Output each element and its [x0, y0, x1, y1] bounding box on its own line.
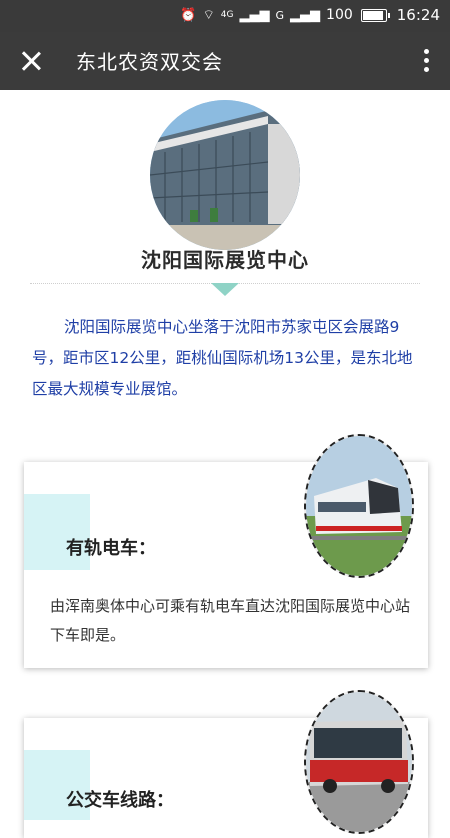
- battery-icon: [360, 8, 390, 22]
- clock: 16:24: [396, 6, 440, 24]
- venue-intro: 沈阳国际展览中心坐落于沈阳市苏家屯区会展路9号，距市区12公里，距桃仙国际机场1…: [32, 318, 413, 398]
- bus-photo: [304, 690, 414, 834]
- signal-icon: ▂▄▆: [239, 7, 270, 23]
- page-title: 东北农资双交会: [76, 50, 223, 74]
- tram-photo: [304, 434, 414, 578]
- title-bar: 东北农资双交会: [0, 32, 450, 90]
- wifi-icon: ⌔: [202, 8, 215, 23]
- carrier-label: G: [275, 8, 285, 22]
- close-icon[interactable]: [14, 44, 48, 78]
- card-title-tram: 有轨电车：: [66, 538, 156, 559]
- status-icons: ⏰ ⌔ 4G ▂▄▆ G ▂▄▆ 100 16:24: [180, 6, 440, 24]
- card-description-tram: 由浑南奥体中心可乘有轨电车直达沈阳国际展览中心站下车即是。: [50, 597, 411, 644]
- network-label: 4G: [220, 10, 234, 20]
- alarm-icon: ⏰: [180, 7, 197, 23]
- venue-name: 沈阳国际展览中心: [141, 248, 309, 272]
- more-options-icon[interactable]: [420, 47, 432, 75]
- signal-icon-2: ▂▄▆: [290, 7, 321, 23]
- venue-photo: [150, 100, 300, 250]
- down-triangle-icon: [211, 283, 239, 296]
- status-bar: ⏰ ⌔ 4G ▂▄▆ G ▂▄▆ 100 16:24: [0, 0, 450, 32]
- card-title-bus: 公交车线路：: [66, 790, 174, 811]
- battery-level: 100: [326, 7, 353, 23]
